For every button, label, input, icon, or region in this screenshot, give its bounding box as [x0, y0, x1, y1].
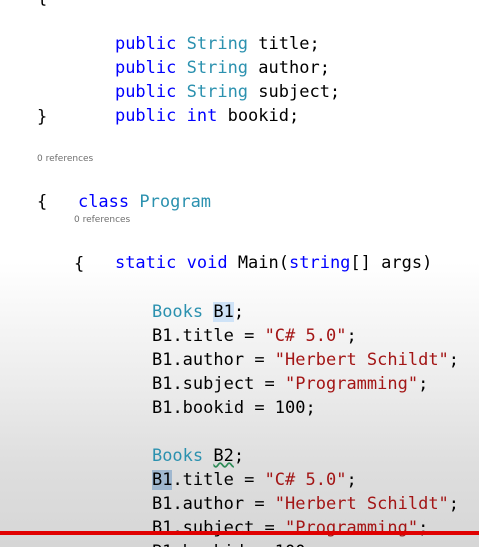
code-line-title-field[interactable]: public String title;	[74, 8, 320, 54]
main-open-brace: {	[74, 254, 85, 274]
video-progress-bar[interactable]	[0, 531, 479, 535]
code-line-b2-title-cursor[interactable]: B1.title = "C# 5.0";	[111, 444, 357, 490]
class-open-brace: {	[37, 192, 48, 212]
code-line-class-program[interactable]: class Program	[37, 166, 211, 212]
code-line-b1-declaration[interactable]: Books B1;	[111, 276, 244, 322]
code-line-b2-declaration[interactable]: Books B2;	[111, 420, 244, 466]
code-line-subject-field[interactable]: public String subject;	[74, 56, 340, 102]
struct-close-brace: }	[37, 107, 48, 127]
code-line-bookid-field[interactable]: public int bookid;	[74, 80, 299, 126]
cut-brace: {	[37, 0, 47, 10]
code-line-b1-subject[interactable]: B1.subject = "Programming";	[111, 348, 428, 394]
code-editor[interactable]: { public String title; public String aut…	[0, 0, 479, 547]
code-line-author-field[interactable]: public String author;	[74, 32, 330, 78]
code-line-b2-bookid[interactable]: B1.bookid = 100;	[111, 516, 316, 547]
code-line-b1-author[interactable]: B1.author = "Herbert Schildt";	[111, 324, 459, 370]
code-line-b2-author[interactable]: B1.author = "Herbert Schildt";	[111, 468, 459, 514]
code-line-b1-title[interactable]: B1.title = "C# 5.0";	[111, 300, 357, 346]
code-line-b1-bookid[interactable]: B1.bookid = 100;	[111, 372, 316, 418]
codelens-class-references[interactable]: 0 references	[37, 153, 93, 165]
code-line-b2-subject[interactable]: B1.subject = "Programming";	[111, 492, 428, 538]
code-line-main-signature[interactable]: static void Main(string[] args)	[74, 227, 432, 273]
codelens-main-references[interactable]: 0 references	[74, 214, 130, 226]
